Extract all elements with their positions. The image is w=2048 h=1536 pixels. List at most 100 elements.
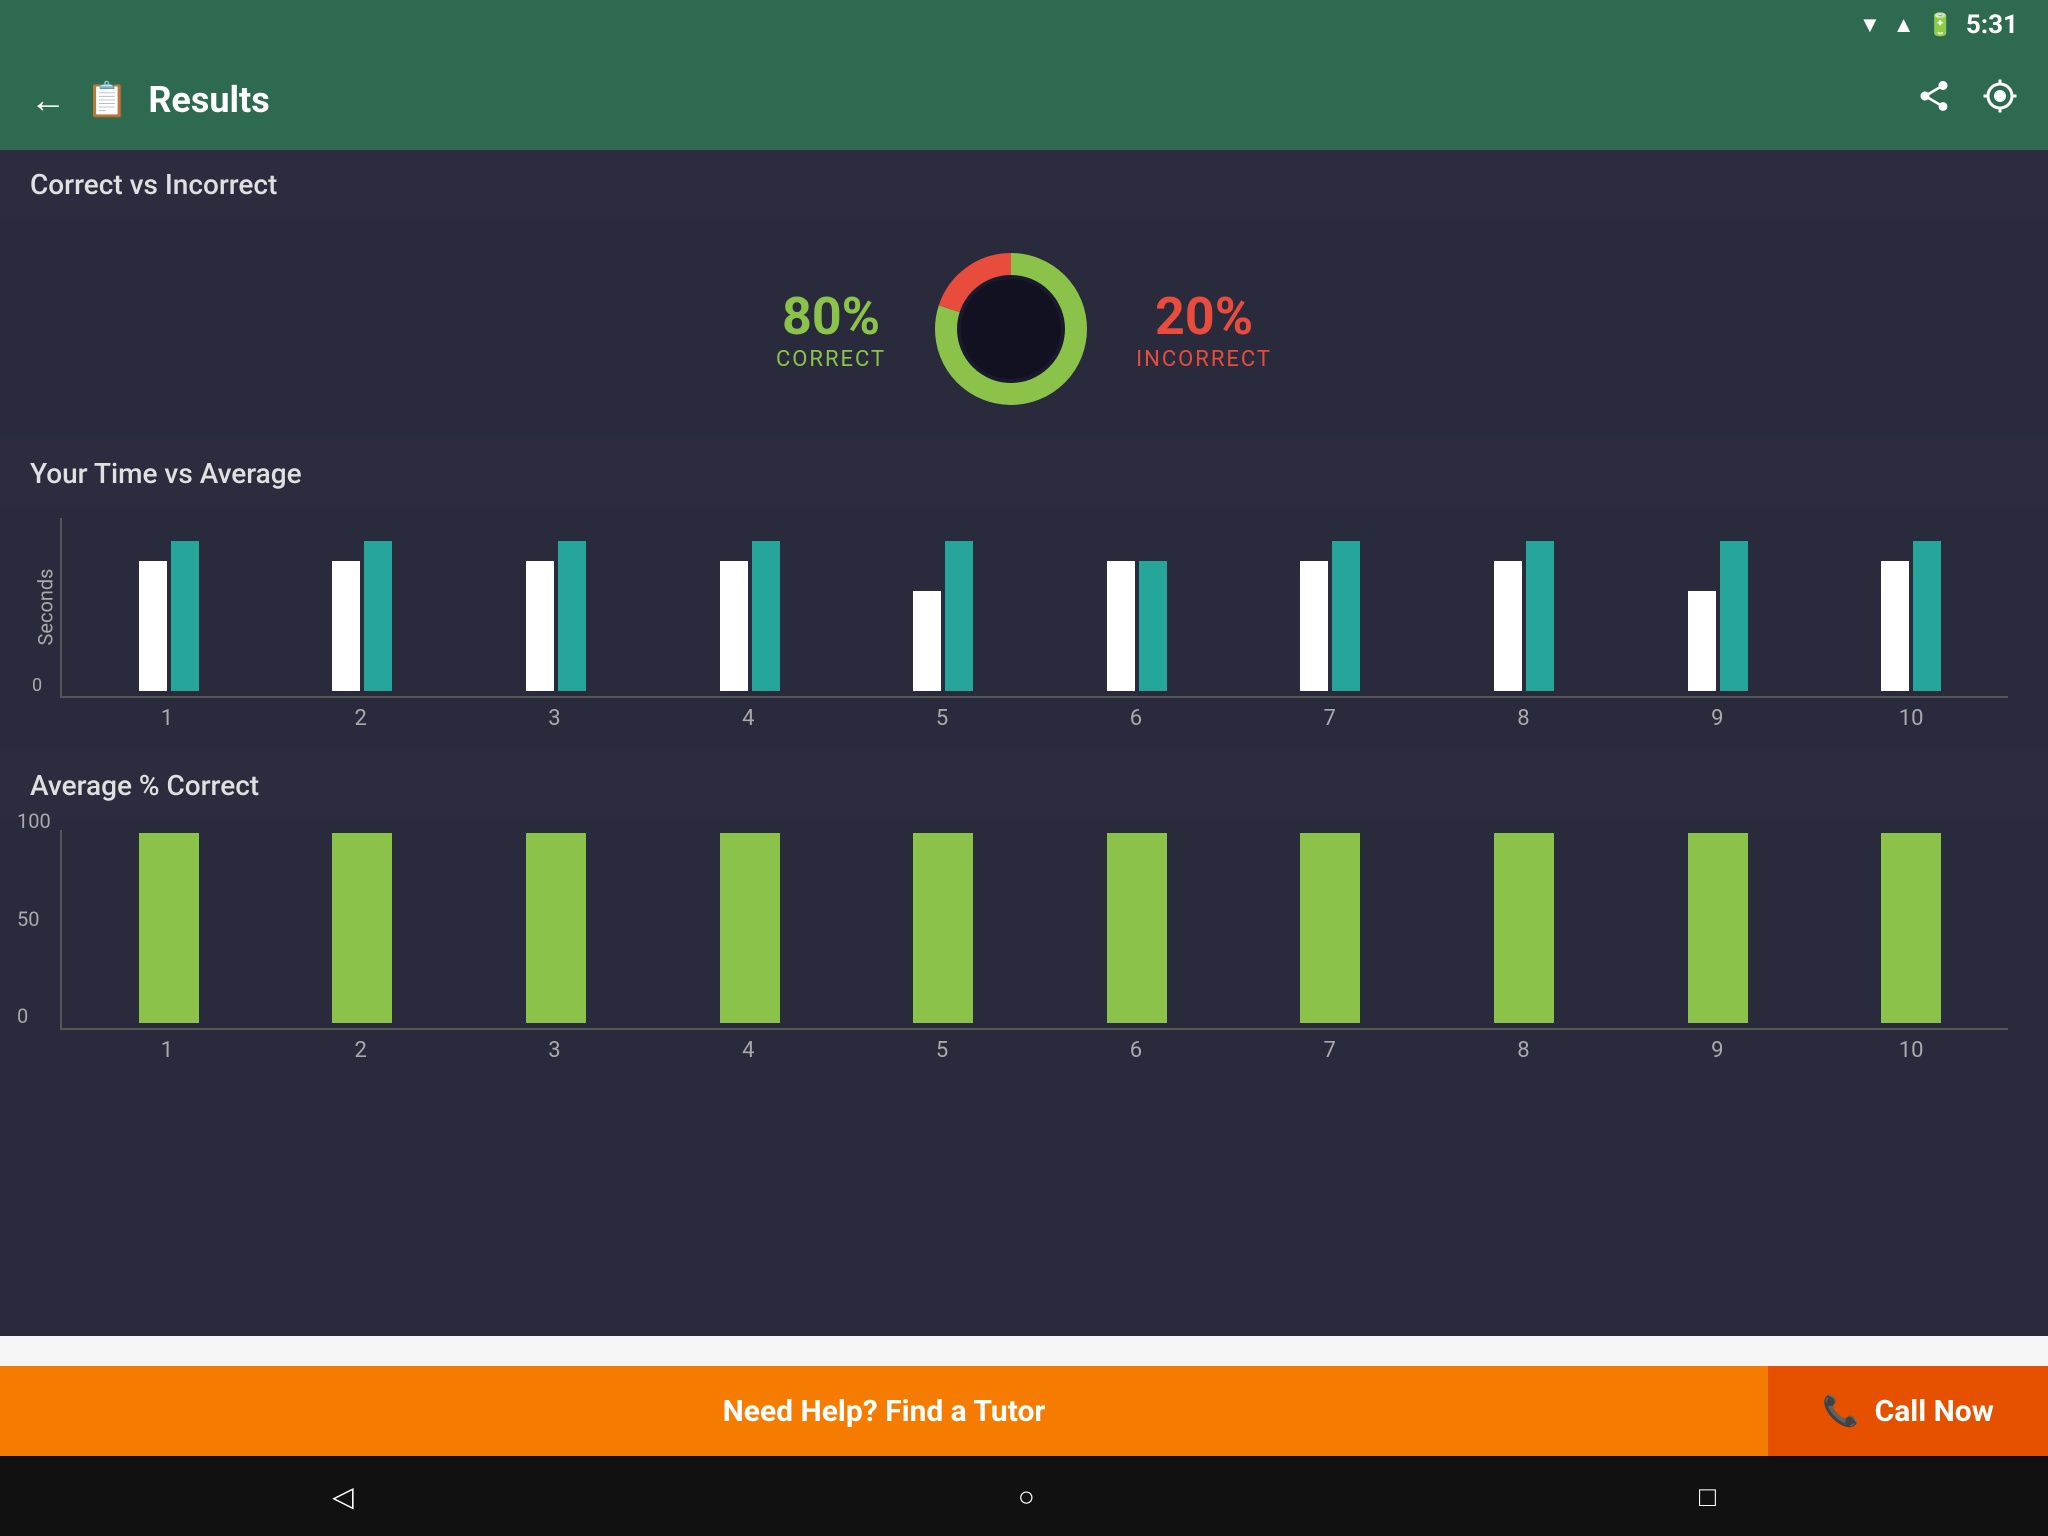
time-x-axis: 1 2 3 4 5 6 7 8 9 10: [60, 706, 2008, 731]
avg-bar-4: [720, 833, 780, 1023]
avg-bar-group-1: [72, 833, 266, 1023]
y-tick-0: 0: [32, 675, 42, 696]
avg-x-label-1: 1: [70, 1038, 264, 1063]
avg-bar-group-7: [1234, 833, 1428, 1023]
avg-bar-2: [332, 833, 392, 1023]
share-button[interactable]: [1916, 78, 1952, 123]
avg-x-label-5: 5: [845, 1038, 1039, 1063]
incorrect-percentage: 20%: [1136, 286, 1272, 347]
avg-bar-3: [526, 833, 586, 1023]
avg-x-label-2: 2: [264, 1038, 458, 1063]
avg-bar-group-6: [1040, 833, 1234, 1023]
main-content: Correct vs Incorrect 80% CORRECT 20%: [0, 150, 2048, 1336]
avg-x-label-4: 4: [651, 1038, 845, 1063]
x-label-7: 7: [1233, 706, 1427, 731]
status-icons: ▼ ▲ 🔋 5:31: [1859, 10, 2018, 40]
bar-white-3: [526, 561, 554, 691]
results-icon: 📋: [86, 80, 128, 120]
wifi-icon: ▼: [1859, 12, 1881, 38]
incorrect-label: 20% INCORRECT: [1136, 286, 1272, 372]
x-label-6: 6: [1039, 706, 1233, 731]
battery-icon: 🔋: [1927, 13, 1954, 38]
y-tick-50: 50: [17, 907, 39, 931]
nav-back-button[interactable]: ◁: [332, 1480, 354, 1513]
bar-white-6: [1107, 561, 1135, 691]
correct-text: CORRECT: [776, 347, 886, 372]
bar-white-4: [720, 561, 748, 691]
bar-white-10: [1881, 561, 1909, 691]
back-button[interactable]: ←: [30, 79, 66, 121]
donut-section: 80% CORRECT 20% INCORRECT: [0, 219, 2048, 439]
avg-bar-7: [1300, 833, 1360, 1023]
avg-bar-group-8: [1427, 833, 1621, 1023]
avg-x-label-9: 9: [1620, 1038, 1814, 1063]
bar-white-5: [913, 591, 941, 691]
avg-x-label-6: 6: [1039, 1038, 1233, 1063]
x-label-10: 10: [1814, 706, 2008, 731]
bar-group-1: [72, 541, 266, 691]
android-nav-bar: ◁ ○ □: [0, 1456, 2048, 1536]
bar-group-3: [459, 541, 653, 691]
avg-x-label-10: 10: [1814, 1038, 2008, 1063]
avg-bar-group-5: [846, 833, 1040, 1023]
cta-main: Need Help? Find a Tutor: [0, 1366, 1768, 1456]
bar-teal-6: [1139, 561, 1167, 691]
bar-white-7: [1300, 561, 1328, 691]
status-time: 5:31: [1966, 10, 2018, 40]
bar-teal-3: [558, 541, 586, 691]
bar-white-8: [1494, 561, 1522, 691]
avg-bar-5: [913, 833, 973, 1023]
avg-x-label-7: 7: [1233, 1038, 1427, 1063]
call-now-button[interactable]: 📞 Call Now: [1768, 1366, 2048, 1456]
correct-percentage: 80%: [776, 286, 886, 347]
bar-group-6: [1040, 561, 1234, 691]
avg-bar-chart: 100 50 0: [60, 830, 2008, 1030]
avg-bar-6: [1107, 833, 1167, 1023]
bar-group-9: [1621, 541, 1815, 691]
status-bar: ▼ ▲ 🔋 5:31: [0, 0, 2048, 50]
bar-teal-8: [1526, 541, 1554, 691]
avg-x-label-3: 3: [458, 1038, 652, 1063]
avg-bar-group-9: [1621, 833, 1815, 1023]
bar-group-2: [266, 541, 460, 691]
bar-teal-10: [1913, 541, 1941, 691]
avg-bar-10: [1881, 833, 1941, 1023]
bar-teal-2: [364, 541, 392, 691]
avg-x-label-8: 8: [1427, 1038, 1621, 1063]
cta-main-text: Need Help? Find a Tutor: [723, 1394, 1046, 1429]
avg-bar-group-10: [1814, 833, 2008, 1023]
time-bar-chart: Seconds 0: [60, 518, 2008, 698]
phone-icon: 📞: [1822, 1394, 1859, 1429]
bar-teal-1: [171, 541, 199, 691]
bar-group-7: [1234, 541, 1428, 691]
bar-teal-5: [945, 541, 973, 691]
donut-chart: [926, 244, 1096, 414]
y-tick-0-avg: 0: [17, 1004, 28, 1028]
incorrect-text: INCORRECT: [1136, 347, 1272, 372]
avg-bar-8: [1494, 833, 1554, 1023]
bar-group-5: [846, 541, 1040, 691]
x-label-9: 9: [1620, 706, 1814, 731]
forward-button[interactable]: [1982, 78, 2018, 123]
nav-recent-button[interactable]: □: [1699, 1480, 1716, 1513]
section-header-avg: Average % Correct: [0, 751, 2048, 820]
nav-home-button[interactable]: ○: [1018, 1480, 1035, 1513]
bar-white-1: [139, 561, 167, 691]
y-tick-100: 100: [17, 809, 51, 833]
avg-bar-group-4: [653, 833, 847, 1023]
bar-teal-7: [1332, 541, 1360, 691]
avg-bar-group-2: [266, 833, 460, 1023]
avg-chart-section: 100 50 0: [0, 820, 2048, 1083]
section-header-time: Your Time vs Average: [0, 439, 2048, 508]
bar-white-9: [1688, 591, 1716, 691]
x-label-3: 3: [458, 706, 652, 731]
x-label-8: 8: [1427, 706, 1621, 731]
avg-bar-1: [139, 833, 199, 1023]
avg-x-axis: 1 2 3 4 5 6 7 8 9 10: [60, 1038, 2008, 1063]
white-separator: [0, 1336, 2048, 1366]
time-chart-section: Seconds 0: [0, 508, 2048, 751]
bar-group-8: [1427, 541, 1621, 691]
correct-label: 80% CORRECT: [776, 286, 886, 372]
bottom-cta: Need Help? Find a Tutor 📞 Call Now: [0, 1366, 2048, 1456]
x-label-5: 5: [845, 706, 1039, 731]
